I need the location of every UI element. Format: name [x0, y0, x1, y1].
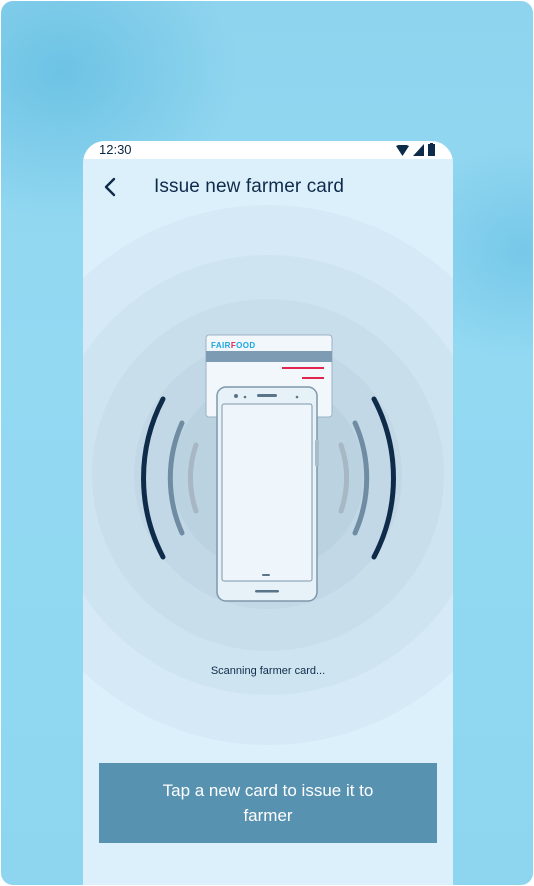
instruction-banner: Tap a new card to issue it to farmer [99, 763, 437, 843]
back-button[interactable] [97, 173, 123, 201]
wifi-icon [396, 145, 409, 156]
nfc-scan-illustration: FAIRFOOD [83, 205, 453, 825]
page-title: Issue new farmer card [154, 176, 345, 197]
battery-icon [428, 143, 435, 156]
chevron-left-icon [104, 177, 116, 197]
card-brand-prefix: FAIR [211, 341, 231, 350]
phone-screen: 12:30 Issue new farmer card FAIRFOOD Sca… [83, 141, 453, 885]
phone-device [216, 386, 319, 602]
background-frame: 12:30 Issue new farmer card FAIRFOOD Sca… [1, 1, 533, 885]
illustration-canvas: FAIRFOOD [83, 205, 453, 745]
signal-icon [413, 144, 424, 156]
status-time: 12:30 [99, 142, 132, 157]
status-icons [396, 143, 435, 156]
card-brand-logo: FAIRFOOD [211, 341, 256, 350]
status-bar: 12:30 [83, 141, 453, 159]
app-header: Issue new farmer card [83, 167, 453, 209]
card-brand-suffix: OOD [236, 341, 255, 350]
scan-status-text: Scanning farmer card... [210, 665, 326, 677]
